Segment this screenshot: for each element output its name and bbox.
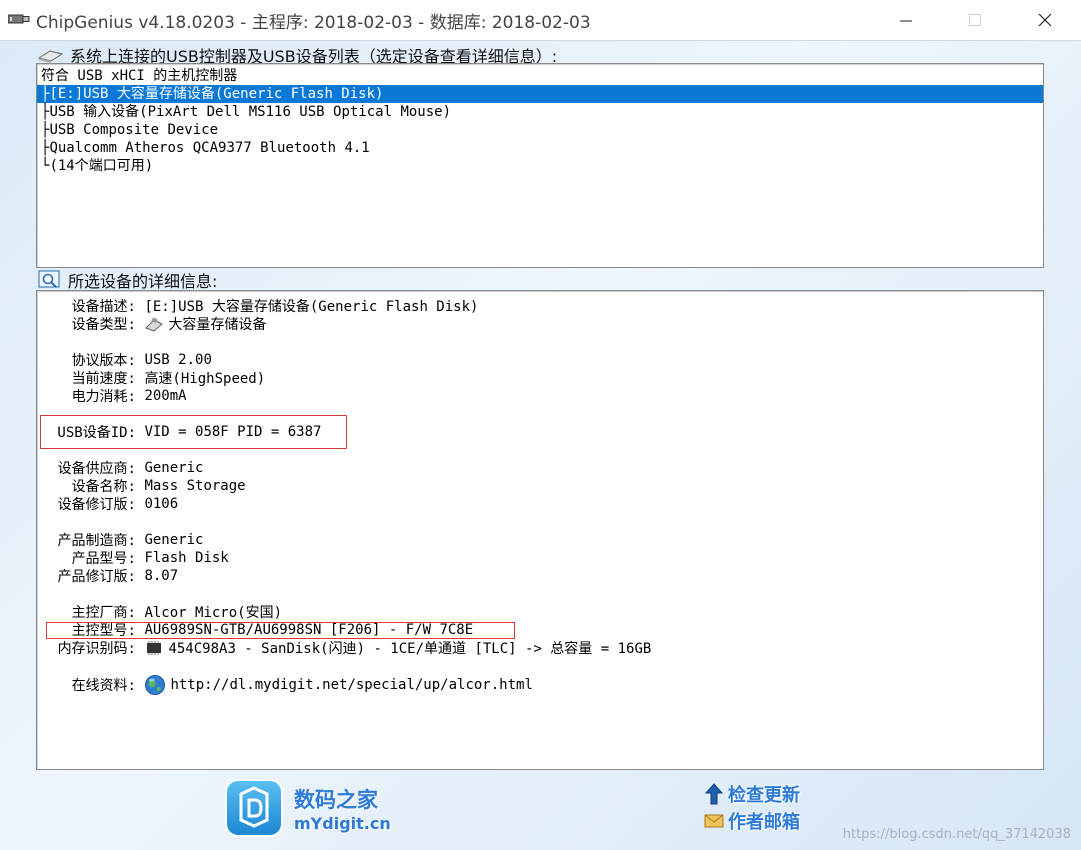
detail-description: 设备描述: [E:]USB 大容量存储设备(Generic Flash Disk…: [71, 299, 479, 315]
envelope-icon: [704, 814, 724, 828]
detail-online-info: 在线资料: http://dl.mydigit.net/special/up/a…: [40, 674, 533, 696]
detail-flash-id: 内存识别码: 454C98A3 - SanDisk(闪迪) - 1CE/单通道 …: [57, 641, 652, 657]
detail-power: 电力消耗: 200mA: [71, 388, 187, 405]
maximize-icon: [969, 14, 981, 26]
title-bar: ChipGenius v4.18.0203 - 主程序: 2018-02-03 …: [0, 0, 1081, 41]
chip-icon: [147, 641, 162, 655]
device-list-item-ports[interactable]: └(14个端口可用): [37, 157, 1043, 175]
usb-cable-icon: [38, 50, 64, 63]
maximize-button[interactable]: [952, 0, 998, 40]
device-list-item-mouse[interactable]: ├USB 输入设备(PixArt Dell MS116 USB Optical …: [37, 103, 1043, 121]
detail-type: 设备类型: 大容量存储设备: [71, 317, 267, 333]
detail-product-model: 产品型号: Flash Disk: [71, 550, 229, 567]
usb-drive-icon: [145, 317, 164, 332]
detail-product-revision: 产品修订版: 8.07: [57, 568, 179, 585]
globe-icon: [145, 675, 166, 695]
mydigit-logo[interactable]: 数码之家 mYdigit.cn: [224, 778, 391, 838]
detail-controller-vendor: 主控厂商: Alcor Micro(安国): [71, 605, 283, 621]
window-title: ChipGenius v4.18.0203 - 主程序: 2018-02-03 …: [36, 13, 591, 33]
minimize-icon: [900, 20, 912, 22]
close-button[interactable]: [1022, 0, 1068, 40]
logo-text-en: mYdigit.cn: [294, 813, 391, 833]
detail-usb-id: USB设备ID: VID = 058F PID = 6387: [57, 424, 322, 441]
watermark: https://blog.csdn.net/qq_37142038: [842, 827, 1071, 842]
check-update-link[interactable]: 检查更新: [704, 781, 800, 807]
device-list[interactable]: 符合 USB xHCI 的主机控制器 ├[E:]USB 大容量存储设备(Gene…: [36, 63, 1044, 268]
detail-protocol: 协议版本: USB 2.00: [71, 352, 212, 369]
update-arrow-icon: [704, 783, 724, 805]
device-list-item-flash-disk[interactable]: ├[E:]USB 大容量存储设备(Generic Flash Disk): [37, 85, 1043, 103]
minimize-button[interactable]: [883, 0, 929, 40]
detail-vendor: 设备供应商: Generic: [57, 460, 204, 477]
detail-manufacturer: 产品制造商: Generic: [57, 532, 204, 549]
device-list-item-host[interactable]: 符合 USB xHCI 的主机控制器: [37, 67, 1043, 85]
detail-controller-model: 主控型号: AU6989SN-GTB/AU6998SN [F206] - F/W…: [71, 622, 474, 639]
author-mail-link[interactable]: 作者邮箱: [704, 808, 800, 834]
detail-device-name: 设备名称: Mass Storage: [71, 478, 246, 495]
logo-text-cn: 数码之家: [294, 787, 378, 812]
device-list-item-bluetooth[interactable]: ├Qualcomm Atheros QCA9377 Bluetooth 4.1: [37, 139, 1043, 157]
detail-speed: 当前速度: 高速(HighSpeed): [71, 371, 266, 387]
device-list-item-composite[interactable]: ├USB Composite Device: [37, 121, 1043, 139]
usb-app-icon: [8, 14, 30, 24]
mydigit-logo-icon: [225, 779, 283, 837]
close-icon: [1038, 13, 1052, 27]
online-info-link[interactable]: http://dl.mydigit.net/special/up/alcor.h…: [170, 677, 532, 693]
magnifier-icon: [38, 270, 60, 288]
details-label: 所选设备的详细信息:: [38, 268, 217, 292]
detail-device-revision: 设备修订版: 0106: [57, 496, 179, 513]
